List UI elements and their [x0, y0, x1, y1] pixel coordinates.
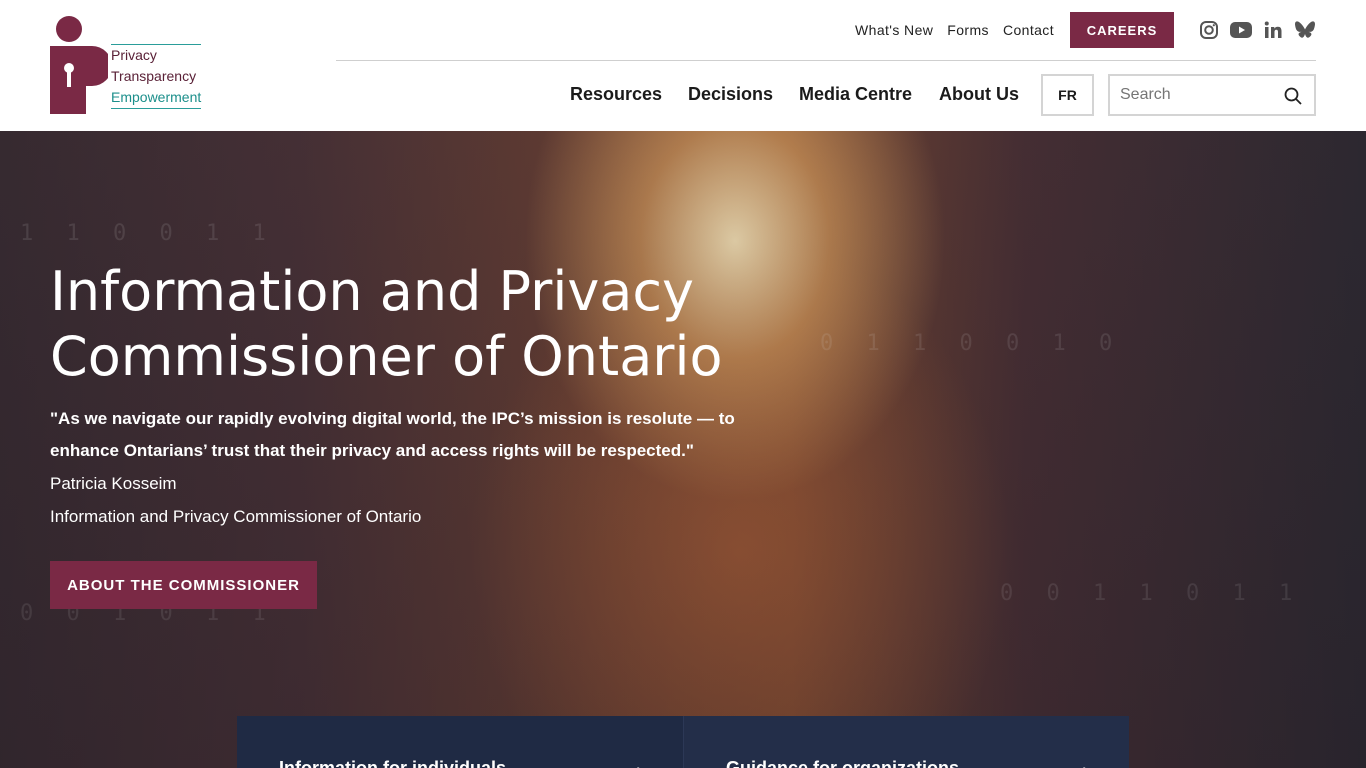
card-individuals[interactable]: Information for individuals › — [237, 716, 683, 768]
about-the-commissioner-button[interactable]: ABOUT THE COMMISSIONER — [50, 561, 317, 609]
chevron-right-icon: › — [636, 760, 643, 768]
logo-word-privacy: Privacy — [111, 47, 157, 63]
hero-background-pattern: 0 1 1 0 0 1 0 — [820, 331, 1123, 356]
hero-banner: 1 1 0 0 1 1 0 1 1 0 0 1 0 0 0 1 1 0 1 1 … — [0, 131, 1366, 768]
hero-commissioner-name: Patricia Kosseim — [50, 474, 177, 493]
hero-background-pattern: 0 0 1 1 0 1 1 — [1000, 581, 1303, 606]
nav-media-centre[interactable]: Media Centre — [799, 84, 912, 105]
search-icon[interactable] — [1284, 87, 1302, 105]
nav-about-us[interactable]: About Us — [939, 84, 1019, 105]
utility-nav: What's New Forms Contact CAREERS — [855, 12, 1316, 48]
audience-cards: Information for individuals › Guidance f… — [237, 716, 1129, 768]
card-organizations[interactable]: Guidance for organizations › — [683, 716, 1129, 768]
hero-background-pattern: 1 1 0 0 1 1 — [20, 221, 276, 246]
language-toggle-button[interactable]: FR — [1041, 74, 1094, 116]
hero-title: Information and Privacy Commissioner of … — [50, 260, 723, 388]
card-organizations-label: Guidance for organizations — [726, 758, 960, 768]
main-nav: Resources Decisions Media Centre About U… — [0, 74, 1366, 116]
hero-content: Information and Privacy Commissioner of … — [50, 259, 770, 533]
hero-quote: "As we navigate our rapidly evolving dig… — [50, 409, 735, 460]
card-individuals-label: Information for individuals — [279, 758, 507, 768]
youtube-icon[interactable] — [1230, 19, 1252, 41]
search-box — [1108, 74, 1316, 116]
site-header: Privacy Transparency Empowerment What's … — [0, 0, 1366, 131]
search-input[interactable] — [1120, 86, 1280, 104]
nav-resources[interactable]: Resources — [570, 84, 662, 105]
chevron-right-icon: › — [1082, 760, 1089, 768]
bluesky-icon[interactable] — [1294, 19, 1316, 41]
instagram-icon[interactable] — [1198, 19, 1220, 41]
nav-decisions[interactable]: Decisions — [688, 84, 773, 105]
forms-link[interactable]: Forms — [947, 22, 989, 38]
header-divider — [336, 60, 1316, 61]
whats-new-link[interactable]: What's New — [855, 22, 933, 38]
contact-link[interactable]: Contact — [1003, 22, 1054, 38]
careers-button[interactable]: CAREERS — [1070, 12, 1174, 48]
hero-commissioner-role: Information and Privacy Commissioner of … — [50, 507, 422, 526]
linkedin-icon[interactable] — [1262, 19, 1284, 41]
